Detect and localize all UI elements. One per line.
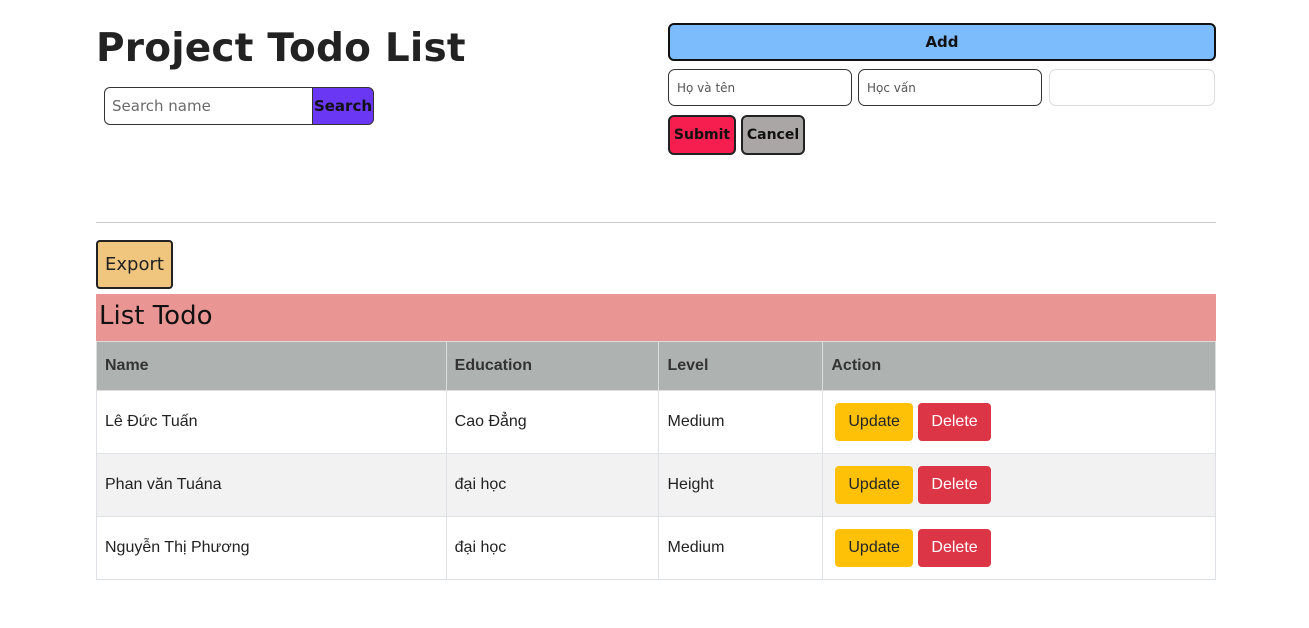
cell-action: Update Delete [822, 390, 1216, 454]
cell-name: Phan văn Tuána [96, 453, 447, 517]
delete-button[interactable]: Delete [918, 466, 991, 504]
cell-education: đại học [445, 453, 660, 517]
submit-button[interactable]: Submit [668, 115, 736, 155]
cell-level: Height [658, 453, 824, 517]
level-field[interactable] [1049, 69, 1215, 106]
table-row: Lê Đức Tuấn Cao Đẳng Medium Update Delet… [96, 390, 1216, 454]
cell-level: Medium [658, 390, 824, 454]
delete-button[interactable]: Delete [918, 529, 991, 567]
cancel-button[interactable]: Cancel [741, 115, 805, 155]
cell-action: Update Delete [822, 516, 1216, 580]
column-header-level: Level [658, 341, 824, 391]
table-row: Phan văn Tuána đại học Height Update Del… [96, 453, 1216, 517]
delete-button[interactable]: Delete [918, 403, 991, 441]
cell-education: Cao Đẳng [445, 390, 660, 454]
list-title: List Todo [96, 294, 1216, 341]
table-header-row: Name Education Level Action [96, 341, 1216, 391]
update-button[interactable]: Update [835, 466, 913, 504]
export-button[interactable]: Export [96, 240, 173, 289]
cell-name: Nguyễn Thị Phương [96, 516, 447, 580]
update-button[interactable]: Update [835, 403, 913, 441]
column-header-education: Education [445, 341, 660, 391]
table-row: Nguyễn Thị Phương đại học Medium Update … [96, 516, 1216, 580]
search-input[interactable] [104, 87, 312, 125]
todo-table: Name Education Level Action Lê Đức Tuấn … [96, 341, 1216, 580]
cell-education: đại học [445, 516, 660, 580]
cell-action: Update Delete [822, 453, 1216, 517]
name-field[interactable] [668, 69, 852, 106]
divider [96, 222, 1216, 223]
column-header-name: Name [96, 341, 447, 391]
column-header-action: Action [822, 341, 1216, 391]
cell-level: Medium [658, 516, 824, 580]
add-button[interactable]: Add [668, 23, 1216, 61]
update-button[interactable]: Update [835, 529, 913, 567]
page-title: Project Todo List [96, 26, 466, 71]
education-field[interactable] [858, 69, 1042, 106]
cell-name: Lê Đức Tuấn [96, 390, 447, 454]
search-button[interactable]: Search [312, 87, 374, 125]
search-bar: Search [104, 87, 374, 125]
